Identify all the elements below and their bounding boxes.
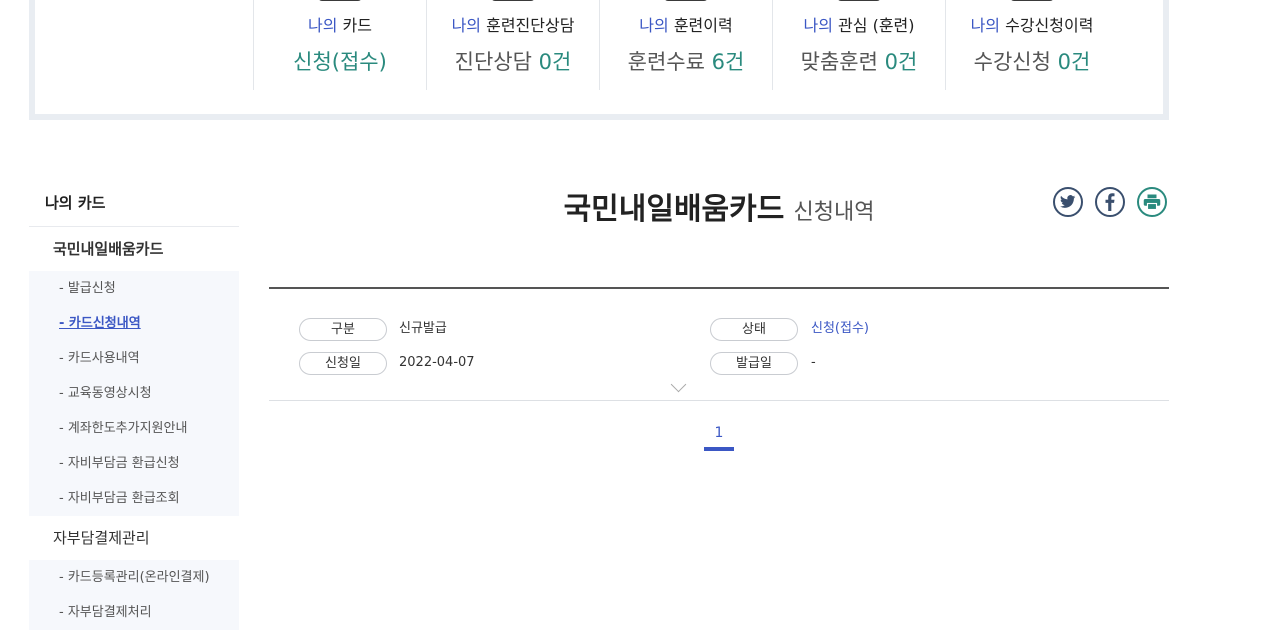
card-icon <box>318 0 362 1</box>
chat-icon <box>491 0 535 1</box>
title-divider <box>269 287 1169 289</box>
clipboard-icon <box>1010 0 1054 1</box>
sidebar-item-card-application-history[interactable]: - 카드신청내역 <box>29 306 239 341</box>
summary-item-card[interactable]: 나의 카드 신청(접수) <box>253 0 426 90</box>
summary-item-value: 훈련수료 6건 <box>627 50 745 74</box>
document-icon <box>664 0 708 1</box>
issue-date-label: 발급일 <box>710 352 798 375</box>
page-title-main: 국민내일배움카드 <box>563 192 785 227</box>
summary-item-value: 진단상담 0건 <box>454 50 572 74</box>
sidebar-group-naeil-card[interactable]: 국민내일배움카드 <box>29 227 239 271</box>
status-label: 상태 <box>710 318 798 341</box>
summary-item-label: 나의 훈련이력 <box>639 16 733 35</box>
page-title-sub: 신청내역 <box>793 200 875 225</box>
chevron-down-icon[interactable] <box>670 376 687 393</box>
summary-item-interest[interactable]: 나의 관심 (훈련) 맞춤훈련 0건 <box>772 0 945 90</box>
sidebar-item-card-usage[interactable]: - 카드사용내역 <box>29 341 239 376</box>
sidebar-submenu: - 카드등록관리(온라인결제) - 자부담결제처리 <box>29 560 239 630</box>
apply-date-value: 2022-04-07 <box>399 355 475 370</box>
status-value: 신청(접수) <box>811 321 869 336</box>
summary-panel-inner: 나의 카드 신청(접수) 나의 훈련진단상담 진단상담 0건 나의 훈련이력 훈… <box>35 0 1163 114</box>
sidebar-submenu: - 발급신청 - 카드신청내역 - 카드사용내역 - 교육동영상시청 - 계좌한… <box>29 271 239 516</box>
summary-item-label: 나의 훈련진단상담 <box>451 16 575 35</box>
sidebar-item-card-registration[interactable]: - 카드등록관리(온라인결제) <box>29 560 239 595</box>
page-title: 국민내일배움카드 신청내역 <box>269 184 1169 228</box>
sidebar-item-education-video[interactable]: - 교육동영상시청 <box>29 376 239 411</box>
sidebar-item-issue-apply[interactable]: - 발급신청 <box>29 271 239 306</box>
summary-item-enroll[interactable]: 나의 수강신청이력 수강신청 0건 <box>945 0 1118 90</box>
twitter-icon[interactable] <box>1053 187 1083 217</box>
heart-icon <box>837 0 881 1</box>
sidebar-group-self-payment[interactable]: 자부담결제관리 <box>29 516 239 560</box>
summary-item-label: 나의 카드 <box>308 16 372 35</box>
summary-item-consult[interactable]: 나의 훈련진단상담 진단상담 0건 <box>426 0 599 90</box>
type-value: 신규발급 <box>399 321 447 336</box>
print-icon[interactable] <box>1137 187 1167 217</box>
summary-item-value: 맞춤훈련 0건 <box>800 50 918 74</box>
issue-date-value: - <box>811 355 816 370</box>
pagination-active-indicator <box>704 447 734 451</box>
sidebar: 나의 카드 국민내일배움카드 - 발급신청 - 카드신청내역 - 카드사용내역 … <box>29 180 239 630</box>
sidebar-item-refund-apply[interactable]: - 자비부담금 환급신청 <box>29 446 239 481</box>
row-divider <box>269 400 1169 401</box>
sidebar-item-account-limit-support[interactable]: - 계좌한도추가지원안내 <box>29 411 239 446</box>
summary-item-value: 수강신청 0건 <box>973 50 1091 74</box>
apply-date-label: 신청일 <box>299 352 387 375</box>
summary-item-history[interactable]: 나의 훈련이력 훈련수료 6건 <box>599 0 772 90</box>
summary-item-value: 신청(접수) <box>293 50 387 74</box>
sidebar-item-refund-inquiry[interactable]: - 자비부담금 환급조회 <box>29 481 239 516</box>
pagination-page-1[interactable]: 1 <box>704 425 734 441</box>
type-label: 구분 <box>299 318 387 341</box>
sidebar-title: 나의 카드 <box>29 180 239 227</box>
summary-panel: 나의 카드 신청(접수) 나의 훈련진단상담 진단상담 0건 나의 훈련이력 훈… <box>29 0 1169 120</box>
summary-item-label: 나의 관심 (훈련) <box>803 16 915 35</box>
sidebar-item-self-payment-process[interactable]: - 자부담결제처리 <box>29 595 239 630</box>
facebook-icon[interactable] <box>1095 187 1125 217</box>
summary-item-label: 나의 수강신청이력 <box>970 16 1094 35</box>
